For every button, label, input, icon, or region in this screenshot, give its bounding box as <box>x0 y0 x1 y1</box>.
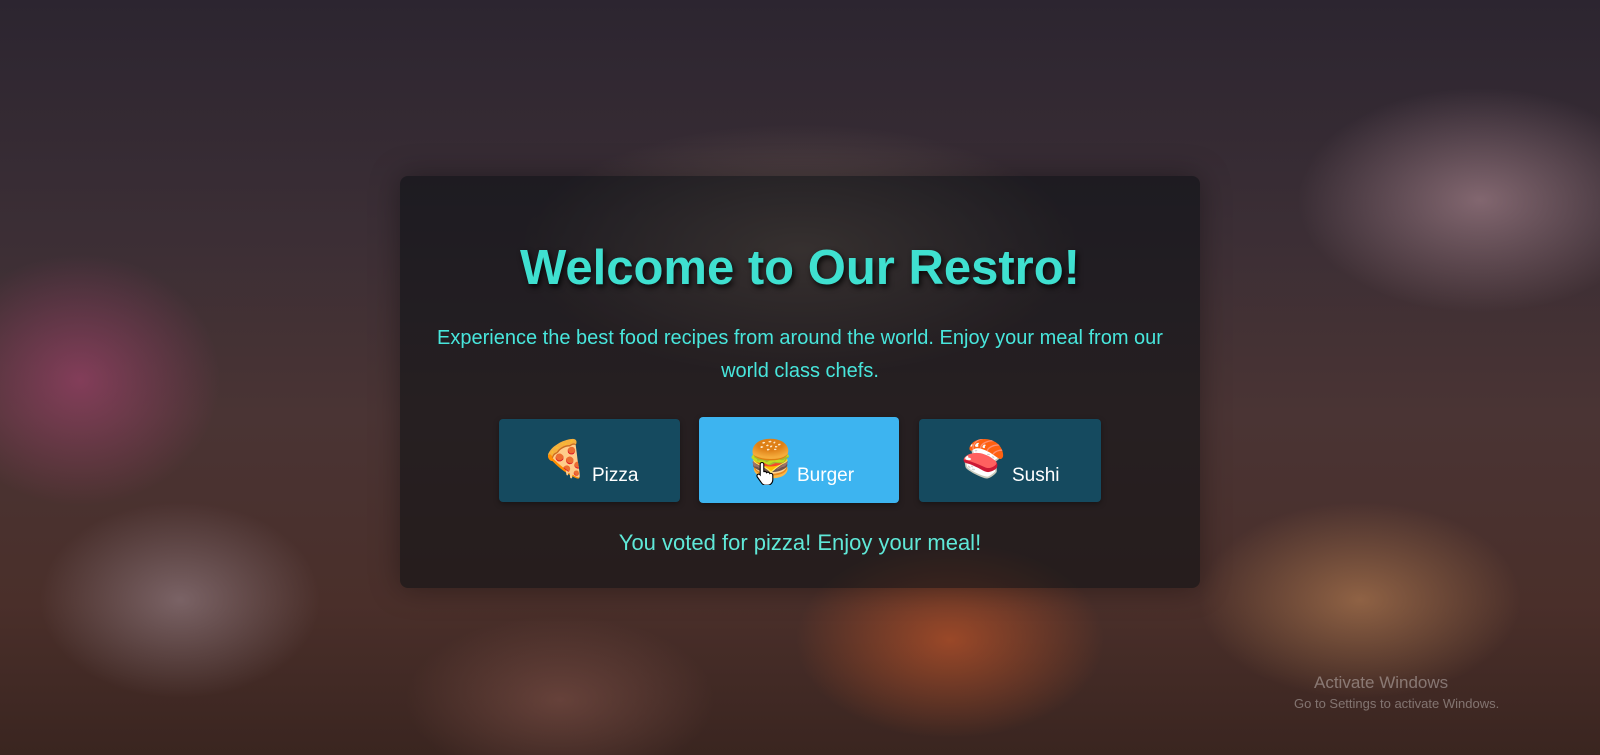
pizza-vote-button[interactable]: 🍕 Pizza <box>499 419 680 502</box>
watermark-subtitle: Go to Settings to activate Windows. <box>1294 696 1500 711</box>
watermark-title: Activate Windows <box>1314 673 1449 692</box>
hand-cursor-icon <box>756 461 774 485</box>
pizza-button-label: Pizza <box>592 465 639 486</box>
page-subtitle: Experience the best food recipes from ar… <box>437 327 1163 382</box>
page-title: Welcome to Our Restro! <box>520 241 1080 295</box>
windows-activation-watermark: Activate Windows Go to Settings to activ… <box>1294 673 1499 711</box>
pizza-icon: 🍕 <box>542 438 587 479</box>
sushi-vote-button[interactable]: 🍣 Sushi <box>919 419 1101 502</box>
vote-result-message: You voted for pizza! Enjoy your meal! <box>618 530 982 555</box>
burger-button-label: Burger <box>797 465 855 486</box>
sushi-button-label: Sushi <box>1012 465 1060 486</box>
sushi-icon: 🍣 <box>961 438 1006 479</box>
burger-vote-button[interactable]: 🍔 Burger <box>699 417 899 503</box>
